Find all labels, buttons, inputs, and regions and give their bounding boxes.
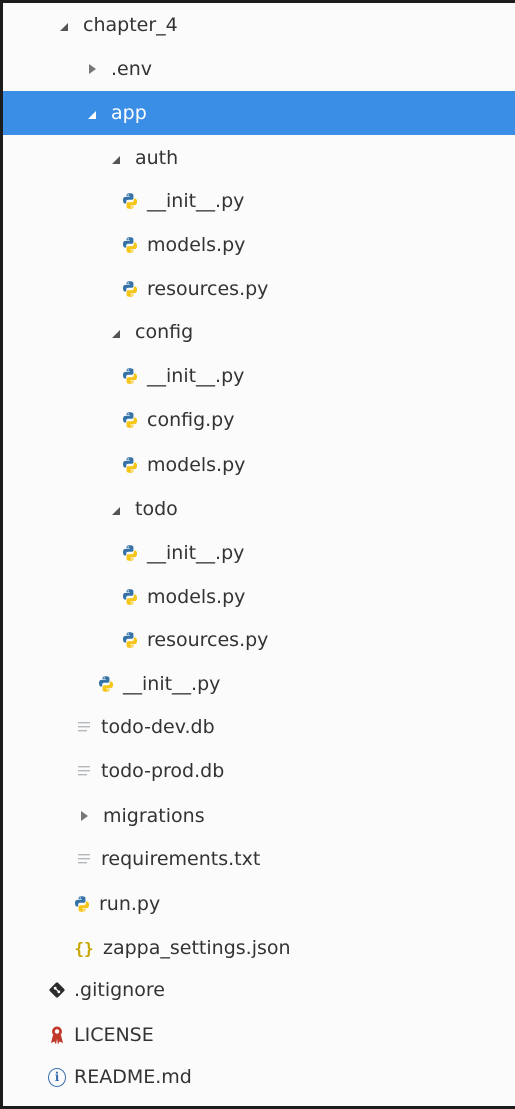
tree-item-zappa-settings-json[interactable]: {} zappa_settings.json xyxy=(3,926,515,970)
license-ribbon-icon xyxy=(48,1026,66,1045)
tree-item-label: app xyxy=(111,102,147,124)
tree-item-resources-py[interactable]: resources.py xyxy=(3,267,515,311)
tree-item-todo-prod-db[interactable]: todo-prod.db xyxy=(3,749,515,793)
tree-item-resources-py[interactable]: resources.py xyxy=(3,618,515,662)
python-icon xyxy=(121,236,139,254)
info-circle-icon: i xyxy=(48,1067,66,1087)
tree-item-label: todo-prod.db xyxy=(101,760,225,782)
tree-item-label: models.py xyxy=(147,586,246,608)
python-icon xyxy=(121,631,139,649)
tree-item-label: README.md xyxy=(74,1066,192,1088)
tree-item-label: todo-dev.db xyxy=(101,716,215,738)
tree-item-label: models.py xyxy=(147,454,246,476)
tree-item-label: __init__.py xyxy=(123,673,221,695)
tree-item-label: auth xyxy=(135,147,179,169)
tree-item-label: requirements.txt xyxy=(101,848,261,870)
tree-item-todo-dev-db[interactable]: todo-dev.db xyxy=(3,705,515,749)
tree-item-init-py[interactable]: __init__.py xyxy=(3,354,515,398)
tree-item-init-py[interactable]: __init__.py xyxy=(3,531,515,575)
triangle-down-icon[interactable] xyxy=(83,104,101,122)
tree-item-app[interactable]: app xyxy=(3,91,515,135)
triangle-right-icon[interactable] xyxy=(75,807,93,825)
git-diamond-icon xyxy=(48,981,66,999)
triangle-down-icon[interactable] xyxy=(55,16,73,34)
tree-item-label: LICENSE xyxy=(74,1024,154,1046)
python-icon xyxy=(121,280,139,298)
tree-item-label: .env xyxy=(111,58,153,80)
triangle-down-icon[interactable] xyxy=(107,323,125,341)
tree-item-label: chapter_4 xyxy=(83,14,178,36)
tree-item-label: models.py xyxy=(147,234,246,256)
tree-item-readme-md[interactable]: i README.md xyxy=(3,1055,515,1099)
tree-item-label: .gitignore xyxy=(74,979,165,1001)
python-icon xyxy=(121,411,139,429)
triangle-down-icon[interactable] xyxy=(107,149,125,167)
tree-item-init-py[interactable]: __init__.py xyxy=(3,179,515,223)
triangle-down-icon[interactable] xyxy=(107,500,125,518)
tree-item-config[interactable]: config xyxy=(3,310,515,354)
tree-item-models-py[interactable]: models.py xyxy=(3,443,515,487)
python-icon xyxy=(97,675,115,693)
python-icon xyxy=(121,544,139,562)
python-icon xyxy=(121,192,139,210)
tree-item-config-py[interactable]: config.py xyxy=(3,398,515,442)
triangle-right-icon[interactable] xyxy=(83,60,101,78)
text-file-icon xyxy=(75,718,93,736)
tree-item-label: todo xyxy=(135,498,178,520)
tree-item-env[interactable]: .env xyxy=(3,47,515,91)
python-icon xyxy=(73,895,91,913)
tree-item-todo[interactable]: todo xyxy=(3,487,515,531)
tree-item-label: migrations xyxy=(103,805,205,827)
tree-item-label: resources.py xyxy=(147,278,269,300)
tree-item-auth[interactable]: auth xyxy=(3,136,515,180)
file-explorer-panel: chapter_4 .env app auth __init__.py models.py… xyxy=(0,0,515,1109)
text-file-icon xyxy=(75,762,93,780)
json-braces-icon: {} xyxy=(74,938,94,958)
tree-item-gitignore[interactable]: .gitignore xyxy=(3,968,515,1012)
tree-item-label: __init__.py xyxy=(147,542,245,564)
python-icon xyxy=(121,588,139,606)
tree-item-label: config.py xyxy=(147,409,235,431)
python-icon xyxy=(121,367,139,385)
tree-item-init-py[interactable]: __init__.py xyxy=(3,662,515,706)
tree-item-license[interactable]: LICENSE xyxy=(3,1013,515,1057)
tree-item-label: resources.py xyxy=(147,629,269,651)
tree-item-requirements-txt[interactable]: requirements.txt xyxy=(3,837,515,881)
tree-item-label: run.py xyxy=(99,893,161,915)
tree-item-chapter-4[interactable]: chapter_4 xyxy=(3,3,515,47)
tree-item-models-py[interactable]: models.py xyxy=(3,223,515,267)
text-file-icon xyxy=(75,850,93,868)
tree-item-label: zappa_settings.json xyxy=(103,937,291,959)
tree-item-label: __init__.py xyxy=(147,190,245,212)
tree-item-run-py[interactable]: run.py xyxy=(3,882,515,926)
tree-item-label: config xyxy=(135,321,194,343)
tree-item-models-py[interactable]: models.py xyxy=(3,575,515,619)
tree-item-migrations[interactable]: migrations xyxy=(3,794,515,838)
tree-item-label: __init__.py xyxy=(147,365,245,387)
python-icon xyxy=(121,456,139,474)
